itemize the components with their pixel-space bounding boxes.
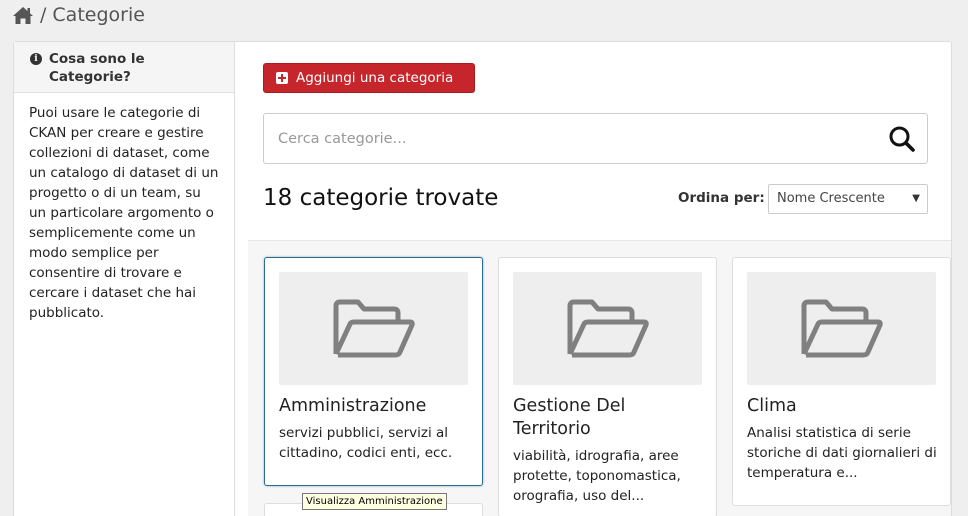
breadcrumb-current[interactable]: Categorie [52, 4, 145, 26]
folder-open-icon [333, 299, 415, 357]
results-count: 18 categorie trovate [263, 185, 499, 211]
category-title[interactable]: Gestione Del Territorio [513, 395, 703, 441]
plus-square-icon [276, 72, 288, 84]
sort-select[interactable]: Nome Crescente ▼ [768, 184, 928, 214]
category-grid: Amministrazione servizi pubblici, serviz… [248, 240, 951, 516]
category-image [513, 272, 702, 385]
sort-label: Ordina per: [678, 190, 765, 206]
breadcrumb: / Categorie [12, 2, 145, 28]
category-card[interactable]: Gestione Del Territorio viabilità, idrog… [498, 257, 717, 516]
category-title[interactable]: Amministrazione [279, 395, 469, 418]
sidebar: i Cosa sono le Categorie? Puoi usare le … [14, 42, 235, 516]
info-icon: i [30, 53, 42, 65]
sort-selected-value: Nome Crescente [777, 191, 885, 206]
add-category-label: Aggiungi una categoria [296, 70, 454, 86]
category-title[interactable]: Clima [747, 395, 937, 418]
category-card[interactable]: Amministrazione servizi pubblici, serviz… [264, 257, 483, 486]
category-image [747, 272, 936, 385]
search-box [263, 113, 928, 164]
category-card[interactable]: Clima Analisi statistica di serie storic… [732, 257, 951, 506]
search-icon [889, 126, 915, 152]
tooltip: Visualizza Amministrazione [302, 493, 447, 510]
breadcrumb-separator: / [40, 4, 47, 26]
search-input[interactable] [278, 114, 838, 163]
content-panel: i Cosa sono le Categorie? Puoi usare le … [13, 41, 952, 516]
chevron-down-icon: ▼ [912, 193, 920, 204]
category-image [279, 272, 468, 385]
sidebar-heading: i Cosa sono le Categorie? [14, 42, 234, 93]
main-area: Aggiungi una categoria 18 categorie trov… [236, 42, 951, 516]
sidebar-description: Puoi usare le categorie di CKAN per crea… [29, 105, 219, 321]
search-button[interactable] [887, 125, 917, 153]
category-description: viabilità, idrografia, aree protette, to… [513, 448, 681, 504]
category-description: servizi pubblici, servizi al cittadino, … [279, 425, 453, 461]
sidebar-heading-text: Cosa sono le Categorie? [49, 51, 145, 85]
folder-open-icon [801, 299, 883, 357]
category-description: Analisi statistica di serie storiche di … [747, 425, 937, 481]
home-icon[interactable] [12, 6, 34, 25]
folder-open-icon [567, 299, 649, 357]
add-category-button[interactable]: Aggiungi una categoria [263, 63, 475, 93]
